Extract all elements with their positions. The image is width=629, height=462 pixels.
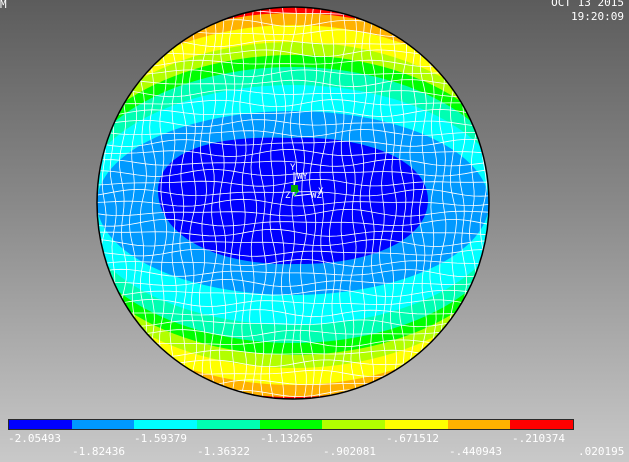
legend-swatch-2: [134, 420, 198, 429]
legend-tick-top-2: -1.13265: [260, 432, 313, 445]
legend-swatch-3: [197, 420, 260, 429]
legend-swatch-8: [510, 420, 574, 429]
triad-y-label: Y: [290, 163, 296, 173]
legend-tick-bottom-3: -.440943: [449, 445, 502, 458]
date-label: OCT 13 2015: [551, 0, 624, 9]
legend-swatch-0: [9, 420, 72, 429]
mesh-line-h: [97, 7, 489, 8]
legend-swatch-7: [447, 420, 511, 429]
legend-tick-top-0: -2.05493: [8, 432, 61, 445]
mesh-line-h: [97, 400, 489, 407]
color-legend-bar: [8, 419, 574, 430]
contour-disk: [97, 7, 489, 407]
triad-z-label: Z: [285, 191, 291, 201]
legend-swatch-5: [322, 420, 386, 429]
legend-swatch-4: [259, 420, 323, 429]
time-label: 19:20:09: [571, 10, 624, 23]
legend-swatch-6: [385, 420, 448, 429]
legend-tick-bottom-4: .020195: [578, 445, 625, 458]
mesh-line-v: [97, 7, 98, 399]
legend-swatch-1: [71, 420, 135, 429]
mesh-line-v: [488, 7, 489, 399]
legend-tick-bottom-2: -.902081: [323, 445, 376, 458]
contour-plot: Y WY Z WZ X: [96, 6, 490, 407]
triad-wy-label: WY: [297, 172, 308, 182]
contour-band-blue: [158, 137, 428, 265]
legend-tick-top-4: -.210374: [512, 432, 565, 445]
legend-tick-bottom-1: -1.36322: [197, 445, 250, 458]
legend-tick-top-1: -1.59379: [134, 432, 187, 445]
triad-x-label: X: [318, 187, 324, 197]
legend-tick-top-3: -.671512: [386, 432, 439, 445]
legend-tick-bottom-0: -1.82436: [72, 445, 125, 458]
view-number-label: M: [0, 0, 7, 11]
